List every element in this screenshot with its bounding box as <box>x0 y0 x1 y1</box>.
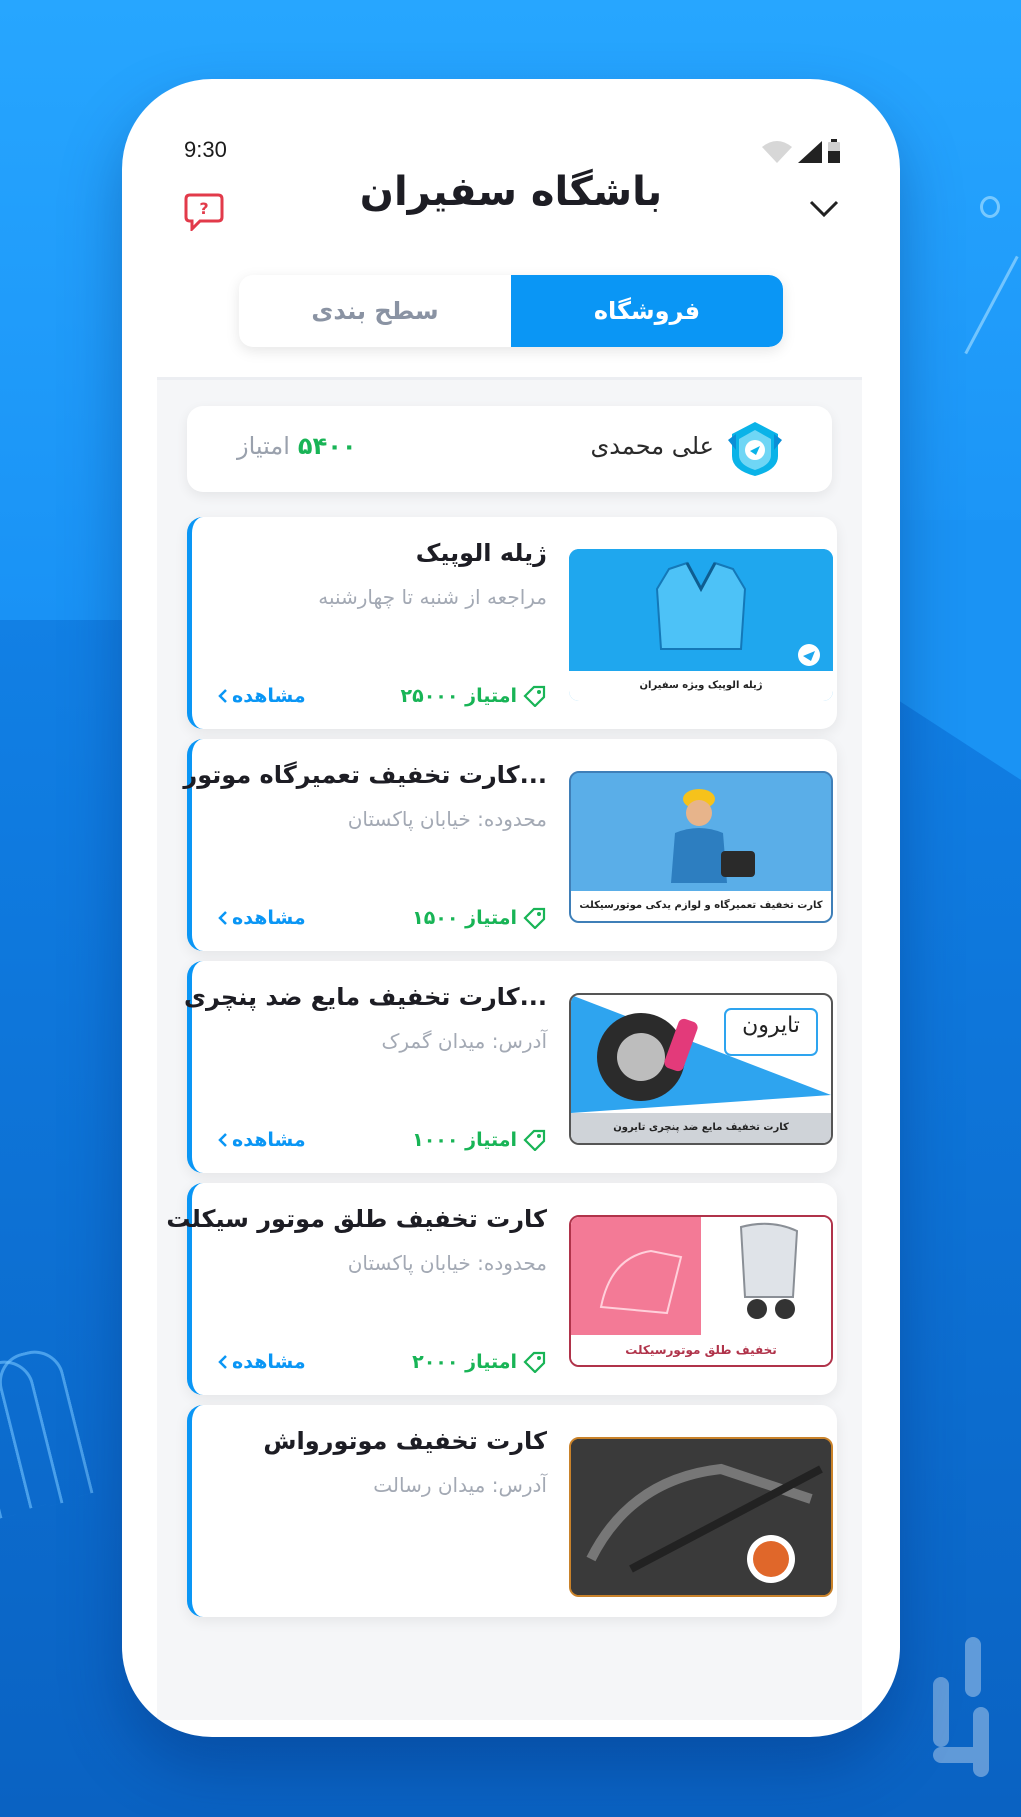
reward-title: کارت تخفیف تعمیرگاه موتور... <box>183 761 547 789</box>
reward-image: تایرون کارت تخفیف مایع ضد پنچری تایرون <box>569 993 833 1145</box>
user-summary-card: علی محمدی امتیاز ۵۴۰۰ <box>187 406 832 492</box>
chevron-left-icon <box>218 1355 227 1369</box>
header: باشگاه سفیران ? <box>122 169 900 269</box>
chevron-left-icon <box>218 911 227 925</box>
reward-cost: ۱۰۰۰ امتیاز <box>412 1129 547 1151</box>
chevron-left-icon <box>218 1133 227 1147</box>
reward-image: ژیله الوپیک ویژه سفیران <box>569 549 833 701</box>
reward-image-caption: کارت تخفیف تعمیرگاه و لوازم یدکی موتورسی… <box>571 891 831 921</box>
shop-content: علی محمدی امتیاز ۵۴۰۰ ژیله الوپیک ویژه س… <box>157 377 862 1720</box>
tab-shop[interactable]: فروشگاه <box>511 275 783 347</box>
view-label: مشاهده <box>232 1351 306 1373</box>
svg-text:?: ? <box>199 199 208 218</box>
decor-ring <box>980 196 1000 218</box>
motorwash-image <box>571 1439 831 1595</box>
view-label: مشاهده <box>232 685 306 707</box>
reward-title: ژیله الوپیک <box>415 539 547 567</box>
chevron-down-icon[interactable] <box>808 199 840 223</box>
store-logo <box>913 1637 1003 1787</box>
reward-title: کارت تخفیف طلق موتور سیکلت <box>166 1205 547 1233</box>
view-label: مشاهده <box>232 1129 306 1151</box>
user-name: علی محمدی <box>590 432 714 460</box>
reward-image-caption: کارت تخفیف مایع ضد پنچری تایرون <box>571 1113 831 1143</box>
reward-image: کارت تخفیف تعمیرگاه و لوازم یدکی موتورسی… <box>569 771 833 923</box>
points-value: ۵۴۰۰ <box>297 432 357 460</box>
wifi-icon <box>762 141 792 163</box>
reward-subtitle: محدوده: خیابان پاکستان <box>347 1251 547 1275</box>
status-time: 9:30 <box>184 137 227 162</box>
user-points: امتیاز ۵۴۰۰ <box>237 432 357 460</box>
reward-cost: ۲۰۰۰ امتیاز <box>412 1351 547 1373</box>
reward-image-caption: ژیله الوپیک ویژه سفیران <box>569 671 833 701</box>
system-icons <box>762 139 840 163</box>
reward-image-caption: تخفیف طلق موتورسیکلت <box>571 1335 831 1365</box>
view-button[interactable]: مشاهده <box>218 1129 306 1151</box>
phone-frame: 9:30 باشگاه سفیران ? سطح بندی فروشگاه عل… <box>122 79 900 1737</box>
reward-card[interactable]: تایرون کارت تخفیف مایع ضد پنچری تایرون ک… <box>183 961 837 1173</box>
battery-icon <box>828 139 840 163</box>
reward-subtitle: آدرس: میدان گمرک <box>381 1029 548 1053</box>
reward-cost-text: ۲۵۰۰۰ امتیاز <box>400 685 517 707</box>
price-tag-icon <box>523 907 546 929</box>
reward-title: کارت تخفیف موتورواش <box>263 1427 547 1455</box>
tab-levels[interactable]: سطح بندی <box>239 275 511 347</box>
view-button[interactable]: مشاهده <box>218 907 306 929</box>
reward-title: کارت تخفیف مایع ضد پنچری... <box>183 983 547 1011</box>
price-tag-icon <box>523 685 546 707</box>
reward-card[interactable]: کارت تخفیف تعمیرگاه و لوازم یدکی موتورسی… <box>183 739 837 951</box>
chevron-left-icon <box>218 689 227 703</box>
reward-cost: ۱۵۰۰ امتیاز <box>412 907 547 929</box>
tire-brand: تایرون <box>742 1013 800 1038</box>
reward-cost-text: ۲۰۰۰ امتیاز <box>412 1351 517 1373</box>
reward-image <box>569 1437 833 1597</box>
view-label: مشاهده <box>232 907 306 929</box>
view-button[interactable]: مشاهده <box>218 685 306 707</box>
page-title: باشگاه سفیران <box>359 169 663 215</box>
ambassador-badge-icon <box>726 420 784 482</box>
reward-subtitle: محدوده: خیابان پاکستان <box>347 807 547 831</box>
help-chat-icon[interactable]: ? <box>184 193 224 235</box>
reward-cost-text: ۱۰۰۰ امتیاز <box>412 1129 517 1151</box>
reward-card[interactable]: تخفیف طلق موتورسیکلت کارت تخفیف طلق موتو… <box>166 1183 837 1395</box>
cellular-icon <box>798 141 822 163</box>
price-tag-icon <box>523 1351 546 1373</box>
reward-subtitle: مراجعه از شنبه تا چهارشنبه <box>318 585 547 609</box>
tab-bar: سطح بندی فروشگاه <box>239 275 783 347</box>
status-bar: 9:30 <box>122 79 900 163</box>
reward-cost-text: ۱۵۰۰ امتیاز <box>412 907 517 929</box>
reward-card[interactable]: کارت تخفیف موتورواش آدرس: میدان رسالت <box>187 1405 837 1617</box>
reward-subtitle: آدرس: میدان رسالت <box>373 1473 547 1497</box>
points-label: امتیاز <box>237 432 290 460</box>
reward-image: تخفیف طلق موتورسیکلت <box>569 1215 833 1367</box>
view-button[interactable]: مشاهده <box>218 1351 306 1373</box>
reward-card[interactable]: ژیله الوپیک ویژه سفیران ژیله الوپیک مراج… <box>187 517 837 729</box>
price-tag-icon <box>523 1129 546 1151</box>
reward-cost: ۲۵۰۰۰ امتیاز <box>401 685 547 707</box>
